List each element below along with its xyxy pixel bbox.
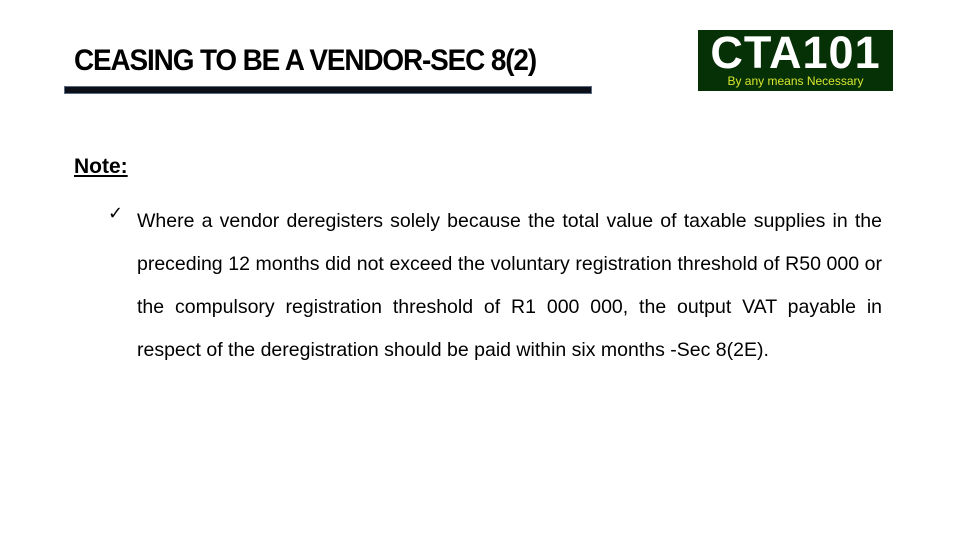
- cta101-logo: CTA101 By any means Necessary: [698, 27, 893, 91]
- logo-main-text: CTA101: [710, 27, 881, 78]
- note-heading: Note:: [74, 155, 128, 178]
- checkmark-icon: ✓: [108, 203, 124, 223]
- title-underline-bar: [64, 86, 592, 94]
- slide-title: CEASING TO BE A VENDOR-SEC 8(2): [74, 44, 537, 77]
- logo-tagline: By any means Necessary: [727, 74, 864, 88]
- bullet-text: Where a vendor deregisters solely becaus…: [137, 210, 882, 361]
